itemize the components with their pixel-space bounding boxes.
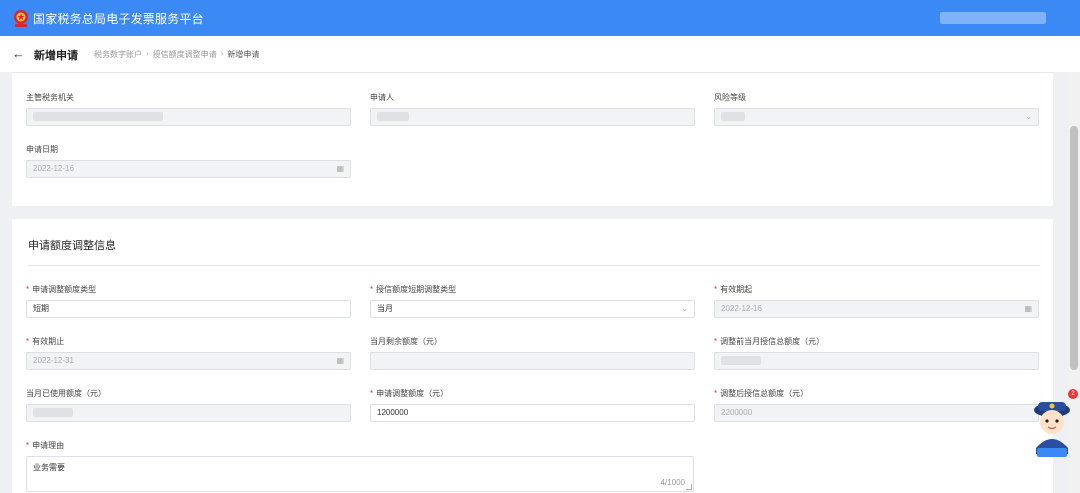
reason-field: * 申请理由 业务需要 4/1000	[26, 440, 694, 492]
tax-emblem-icon	[14, 10, 28, 27]
valid-from-input: 2022-12-16 ▦	[714, 300, 1039, 318]
breadcrumb: 税务数字账户 › 授信额度调整申请 › 新增申请	[94, 49, 259, 60]
field-value: 当月	[377, 304, 393, 313]
tax-authority-input	[26, 108, 351, 126]
field-label: 主管税务机关	[26, 93, 74, 102]
field-value: 短期	[33, 304, 49, 313]
breadcrumb-item[interactable]: 授信额度调整申请	[153, 49, 217, 60]
char-counter: 4/1000	[660, 478, 685, 487]
risk-level-select: ⌄	[714, 108, 1039, 126]
field-value: 2022-12-31	[33, 356, 74, 365]
valid-from-field: * 有效期起 2022-12-16 ▦	[714, 284, 1039, 318]
tax-assistant-icon[interactable]	[1027, 388, 1077, 460]
apply-amount-input[interactable]: 1200000	[370, 404, 695, 422]
required-mark: *	[714, 285, 718, 294]
field-value: 2022-12-16	[721, 304, 762, 313]
field-label: 风险等级	[714, 93, 746, 102]
field-value: 2200000	[721, 408, 753, 417]
field-value: 业务需要	[33, 463, 65, 472]
required-mark: *	[370, 389, 374, 398]
calendar-icon: ▦	[336, 164, 344, 173]
tax-authority-field: 主管税务机关	[26, 92, 351, 126]
valid-to-field: * 有效期止 2022-12-31 ▦	[26, 336, 351, 370]
field-label-text: 授信额度短期调整类型	[376, 285, 457, 294]
field-value: 1200000	[377, 408, 409, 417]
calendar-icon: ▦	[336, 356, 344, 365]
section-title: 申请额度调整信息	[28, 240, 116, 252]
risk-level-field: 风险等级 ⌄	[714, 92, 1039, 126]
divider	[28, 265, 1040, 266]
field-label-text: 申请调整额度（元）	[376, 389, 449, 398]
field-label: * 申请理由	[26, 440, 694, 451]
required-mark: *	[370, 285, 374, 294]
required-mark: *	[26, 441, 30, 450]
month-used-field: 当月已使用额度（元）	[26, 388, 351, 422]
redacted-value	[721, 356, 761, 366]
field-label: * 调整后授信总额度（元）	[714, 388, 1039, 399]
scrollbar-thumb[interactable]	[1070, 126, 1078, 370]
field-label: 申请日期	[26, 145, 58, 154]
applicant-input	[370, 108, 695, 126]
user-info[interactable]	[940, 12, 1046, 24]
field-label-text: 调整前当月授信总额度（元）	[720, 337, 825, 346]
field-label: 当月剩余额度（元）	[370, 337, 442, 346]
chevron-down-icon: ⌄	[1025, 112, 1032, 121]
month-remaining-field: 当月剩余额度（元）	[370, 336, 695, 370]
field-label-text: 调整后授信总额度（元）	[720, 389, 809, 398]
notification-badge: 2	[1068, 389, 1078, 399]
apply-date-field: 申请日期 2022-12-16 ▦	[26, 144, 351, 178]
breadcrumb-separator: ›	[146, 49, 149, 58]
field-label: * 有效期起	[714, 284, 1039, 295]
field-label: 申请人	[370, 93, 394, 102]
chevron-down-icon: ⌄	[681, 304, 688, 313]
short-term-type-field: * 授信额度短期调整类型 当月 ⌄	[370, 284, 695, 318]
divider	[12, 72, 1053, 73]
apply-amount-field: * 申请调整额度（元） 1200000	[370, 388, 695, 422]
field-label-text: 有效期起	[720, 285, 753, 294]
field-label-text: 有效期止	[32, 337, 65, 346]
before-total-field: * 调整前当月授信总额度（元）	[714, 336, 1039, 370]
required-mark: *	[26, 285, 30, 294]
page-header: ← 新增申请 税务数字账户 › 授信额度调整申请 › 新增申请	[0, 36, 1080, 72]
resize-handle[interactable]	[686, 484, 692, 490]
field-label: * 调整前当月授信总额度（元）	[714, 336, 1039, 347]
top-bar: 国家税务总局电子发票服务平台	[0, 0, 1080, 36]
basic-info-card: 主管税务机关 申请人 风险等级 ⌄ 申请日期 2022-12-16 ▦	[12, 72, 1053, 206]
redacted-value	[33, 408, 73, 418]
field-label: * 申请调整额度（元）	[370, 388, 695, 399]
field-value: 2022-12-16	[33, 164, 74, 173]
after-total-input: 2200000	[714, 404, 1039, 422]
valid-to-input: 2022-12-31 ▦	[26, 352, 351, 370]
adjust-type-select[interactable]: 短期	[26, 300, 351, 318]
short-term-type-select[interactable]: 当月 ⌄	[370, 300, 695, 318]
month-remaining-input	[370, 352, 695, 370]
arrow-left-icon[interactable]: ←	[12, 47, 25, 60]
field-label: * 授信额度短期调整类型	[370, 284, 695, 295]
month-used-input	[26, 404, 351, 422]
before-total-input	[714, 352, 1039, 370]
calendar-icon: ▦	[1024, 304, 1032, 313]
page-title: 新增申请	[34, 50, 78, 62]
redacted-value	[33, 112, 163, 122]
field-label: * 有效期止	[26, 336, 351, 347]
breadcrumb-current: 新增申请	[227, 50, 260, 59]
field-label: 当月已使用额度（元）	[26, 389, 106, 398]
field-label: * 申请调整额度类型	[26, 284, 351, 295]
field-label-text: 申请理由	[32, 441, 65, 450]
required-mark: *	[26, 337, 30, 346]
required-mark: *	[714, 389, 718, 398]
applicant-field: 申请人	[370, 92, 695, 126]
breadcrumb-item[interactable]: 税务数字账户	[94, 49, 142, 60]
field-label-text: 申请调整额度类型	[32, 285, 97, 294]
reason-textarea[interactable]: 业务需要 4/1000	[26, 456, 694, 492]
after-total-field: * 调整后授信总额度（元） 2200000	[714, 388, 1039, 422]
adjustment-info-card: 申请额度调整信息 * 申请调整额度类型 短期 * 授信额度短期调整类型 当月 ⌄ *…	[12, 219, 1053, 493]
redacted-value	[377, 112, 409, 122]
platform-title: 国家税务总局电子发票服务平台	[33, 12, 204, 26]
adjust-type-field: * 申请调整额度类型 短期	[26, 284, 351, 318]
required-mark: *	[714, 337, 718, 346]
breadcrumb-separator: ›	[220, 49, 224, 58]
apply-date-input: 2022-12-16 ▦	[26, 160, 351, 178]
redacted-value	[721, 112, 745, 122]
